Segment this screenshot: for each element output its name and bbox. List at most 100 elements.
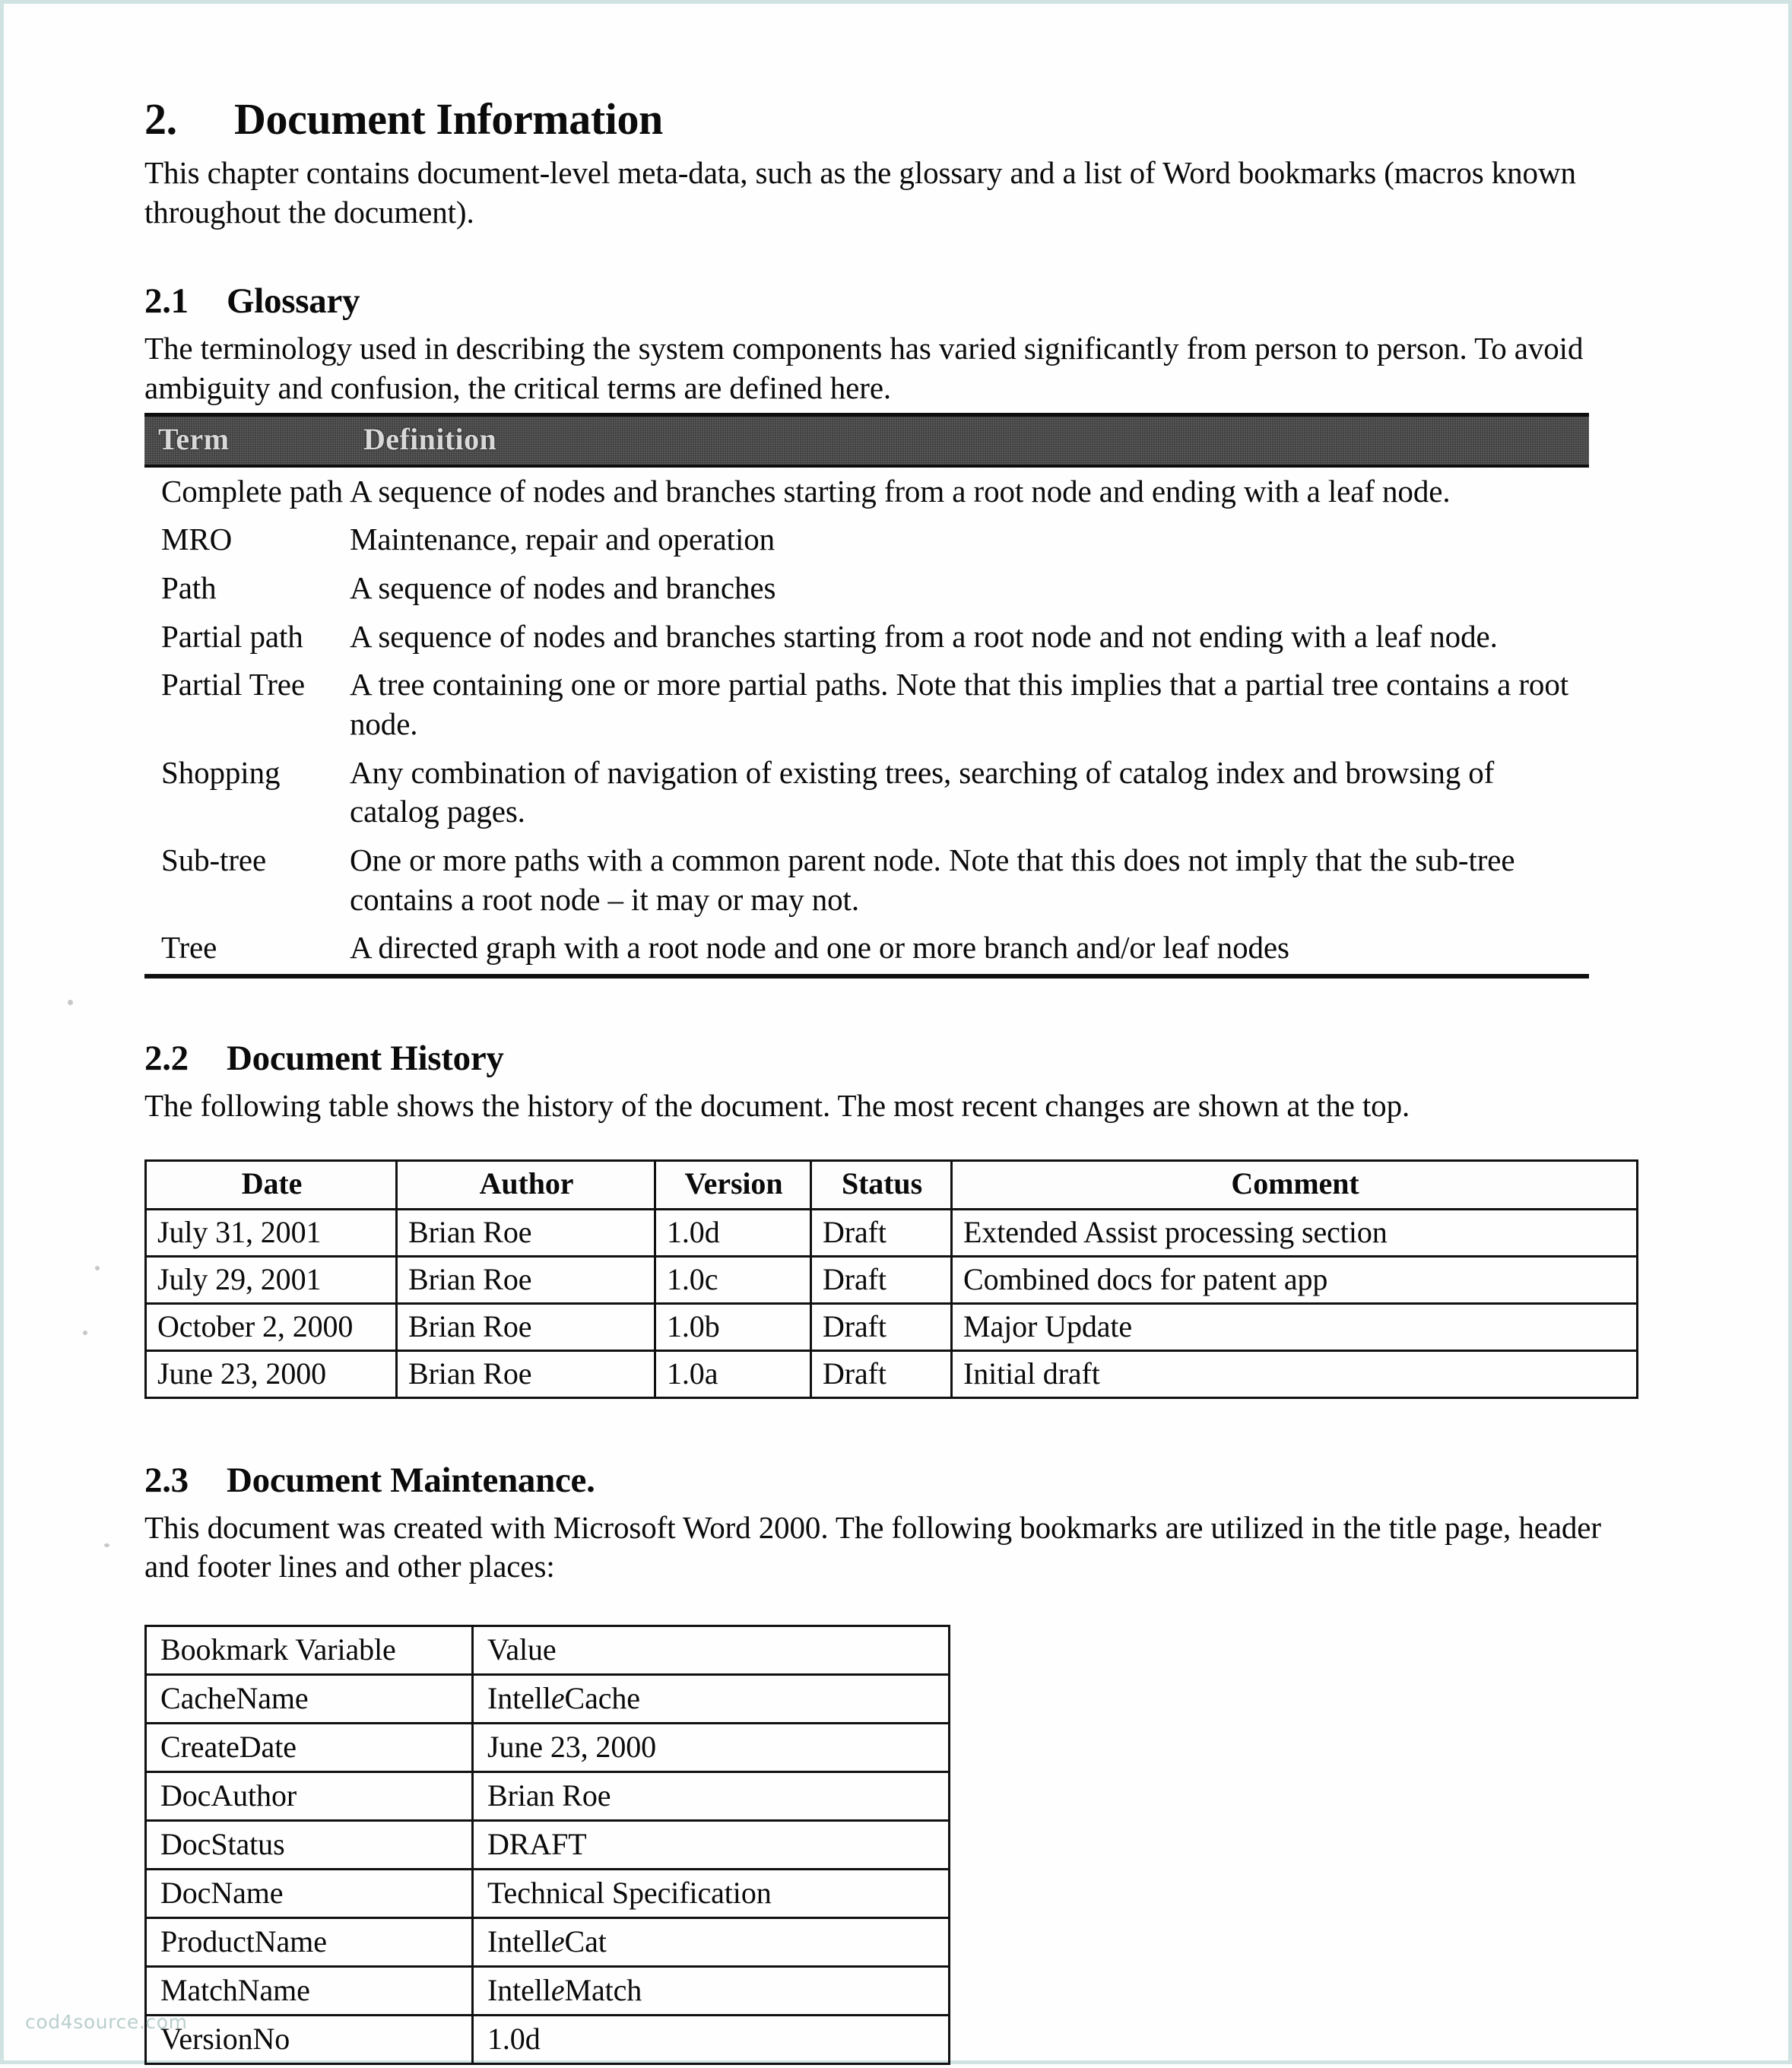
history-table-header-row: Date Author Version Status Comment [144,1159,1638,1210]
history-column-date: Date [144,1159,398,1210]
history-column-status: Status [810,1159,953,1210]
history-cell-comment: Initial draft [950,1349,1638,1399]
bookmark-variable-name: CacheName [144,1673,474,1724]
history-cell-date: October 2, 2000 [144,1302,398,1352]
history-cell-version: 1.0a [654,1349,812,1399]
page-content: 2. Document Information This chapter con… [4,4,1792,2068]
glossary-row: Tree A directed graph with a root node an… [144,924,1589,978]
history-cell-status: Draft [810,1349,953,1399]
bookmark-value-prefix: June 23, 2000 [487,1729,657,1764]
glossary-term: Partial path [161,618,303,654]
glossary-row: Complete path A sequence of nodes and bra… [144,466,1589,516]
glossary-heading: 2.1 Glossary [144,281,1651,322]
bookmark-value: DRAFT [471,1819,950,1870]
bookmark-variable-name: VersionNo [144,2013,474,2065]
maintenance-intro-paragraph: This document was created with Microsoft… [144,1509,1601,1584]
section-document-information: 2. Document Information This chapter con… [144,94,1651,232]
history-row: July 29, 2001 Brian Roe 1.0c Draft Combined … [144,1254,1638,1305]
history-cell-status: Draft [810,1302,953,1352]
bookmark-row: DocAuthor Brian Roe [144,1770,950,1822]
glossary-term: MRO [161,522,233,557]
glossary-term: Complete path [161,473,343,509]
glossary-definition: Any combination of navigation of existin… [350,754,1495,829]
glossary-intro-paragraph: The terminology used in describing the s… [144,331,1584,405]
history-column-version: Version [654,1159,812,1210]
bookmark-variable-name: DocName [144,1867,474,1919]
bookmark-value: IntelleMatch [471,1965,950,2016]
maintenance-number: 2.3 [144,1460,189,1500]
history-column-author: Author [395,1159,656,1210]
glossary-definition: A directed graph with a root node and on… [350,924,1589,978]
bookmark-variable-table: Bookmark Variable Value CacheName Intelle… [144,1624,950,2065]
glossary-definition: A sequence of nodes and branches startin… [350,473,1451,509]
bookmark-value-prefix: 1.0d [487,2021,541,2056]
bookmark-variable-name: DocAuthor [144,1770,474,1822]
bookmark-value: 1.0d [471,2013,950,2065]
glossary-definition: A tree containing one or more partial pa… [350,667,1569,741]
document-history-table: Date Author Version Status Comment July … [144,1159,1638,1399]
bookmark-value-prefix: Intell [487,1680,551,1715]
bookmark-value: June 23, 2000 [471,1721,950,1773]
chapter-intro-paragraph: This chapter contains document-level met… [144,155,1576,230]
bookmark-column-value: Value [471,1624,950,1676]
glossary-definition: Maintenance, repair and operation [350,522,775,557]
chapter-heading: 2. Document Information [144,94,1651,144]
bookmark-value: Technical Specification [471,1867,950,1919]
history-cell-comment: Major Update [950,1302,1638,1352]
glossary-number: 2.1 [144,281,189,322]
bookmark-row: CreateDate June 23, 2000 [144,1721,950,1773]
bookmark-value-brand-letter: e [550,1924,565,1959]
glossary-row: Path A sequence of nodes and branches [144,564,1589,613]
bookmark-row: DocStatus DRAFT [144,1819,950,1870]
bookmark-column-variable: Bookmark Variable [144,1624,474,1676]
glossary-row: Partial path A sequence of nodes and bran… [144,613,1589,661]
glossary-row: MRO Maintenance, repair and operation [144,515,1589,564]
glossary-row: Partial Tree A tree containing one or mor… [144,661,1589,748]
history-number: 2.2 [144,1038,189,1078]
bookmark-variable-name: MatchName [144,1965,474,2016]
bookmark-value-suffix: Match [564,1972,642,2007]
bookmark-row: DocName Technical Specification [144,1867,950,1919]
history-cell-author: Brian Roe [395,1302,656,1352]
history-row: October 2, 2000 Brian Roe 1.0b Draft Major U… [144,1302,1638,1352]
section-glossary: 2.1 Glossary The terminology used in des… [144,281,1651,978]
history-cell-date: July 31, 2001 [144,1207,398,1258]
maintenance-heading: 2.3 Document Maintenance. [144,1460,1651,1501]
bookmark-value-suffix: Cat [564,1924,607,1959]
bookmark-value-prefix: DRAFT [487,1826,587,1861]
history-cell-status: Draft [810,1254,953,1305]
bookmark-row: VersionNo 1.0d [144,2013,950,2065]
bookmark-variable-name: DocStatus [144,1819,474,1870]
history-cell-date: June 23, 2000 [144,1349,398,1399]
glossary-table: Term Definition Complete path A sequence … [144,412,1589,978]
section-document-maintenance: 2.3 Document Maintenance. This document … [144,1460,1651,2065]
history-title: Document History [227,1038,504,1078]
history-row: July 31, 2001 Brian Roe 1.0d Draft Extended … [144,1207,1638,1258]
bookmark-value-suffix: Cache [564,1680,640,1715]
bookmark-row: CacheName IntelleCache [144,1673,950,1724]
scanned-page: 2. Document Information This chapter con… [0,0,1792,2065]
glossary-term: Shopping [161,754,281,790]
chapter-number: 2. [144,94,177,144]
glossary-definition: A sequence of nodes and branches [350,569,776,605]
bookmark-row: MatchName IntelleMatch [144,1965,950,2016]
glossary-column-term: Term [144,412,350,468]
glossary-definition: A sequence of nodes and branches startin… [350,618,1498,654]
history-row: June 23, 2000 Brian Roe 1.0a Draft Initial d… [144,1349,1638,1399]
glossary-definition: One or more paths with a common parent n… [350,842,1515,917]
history-cell-status: Draft [810,1207,953,1258]
history-cell-version: 1.0c [654,1254,812,1305]
bookmark-value: IntelleCat [471,1916,950,1968]
glossary-row: Shopping Any combination of navigation of… [144,749,1589,836]
history-cell-comment: Extended Assist processing section [950,1207,1638,1258]
bookmark-value-brand-letter: e [550,1972,565,2007]
history-cell-version: 1.0b [654,1302,812,1352]
glossary-term: Path [161,569,217,605]
chapter-title: Document Information [234,94,663,144]
bookmark-value-prefix: Technical Specification [487,1875,772,1910]
source-watermark: cod4source.com [25,2011,188,2033]
history-column-comment: Comment [950,1159,1638,1210]
maintenance-title: Document Maintenance. [227,1460,595,1500]
bookmark-value-brand-letter: e [550,1680,565,1715]
glossary-column-definition: Definition [350,412,1589,468]
